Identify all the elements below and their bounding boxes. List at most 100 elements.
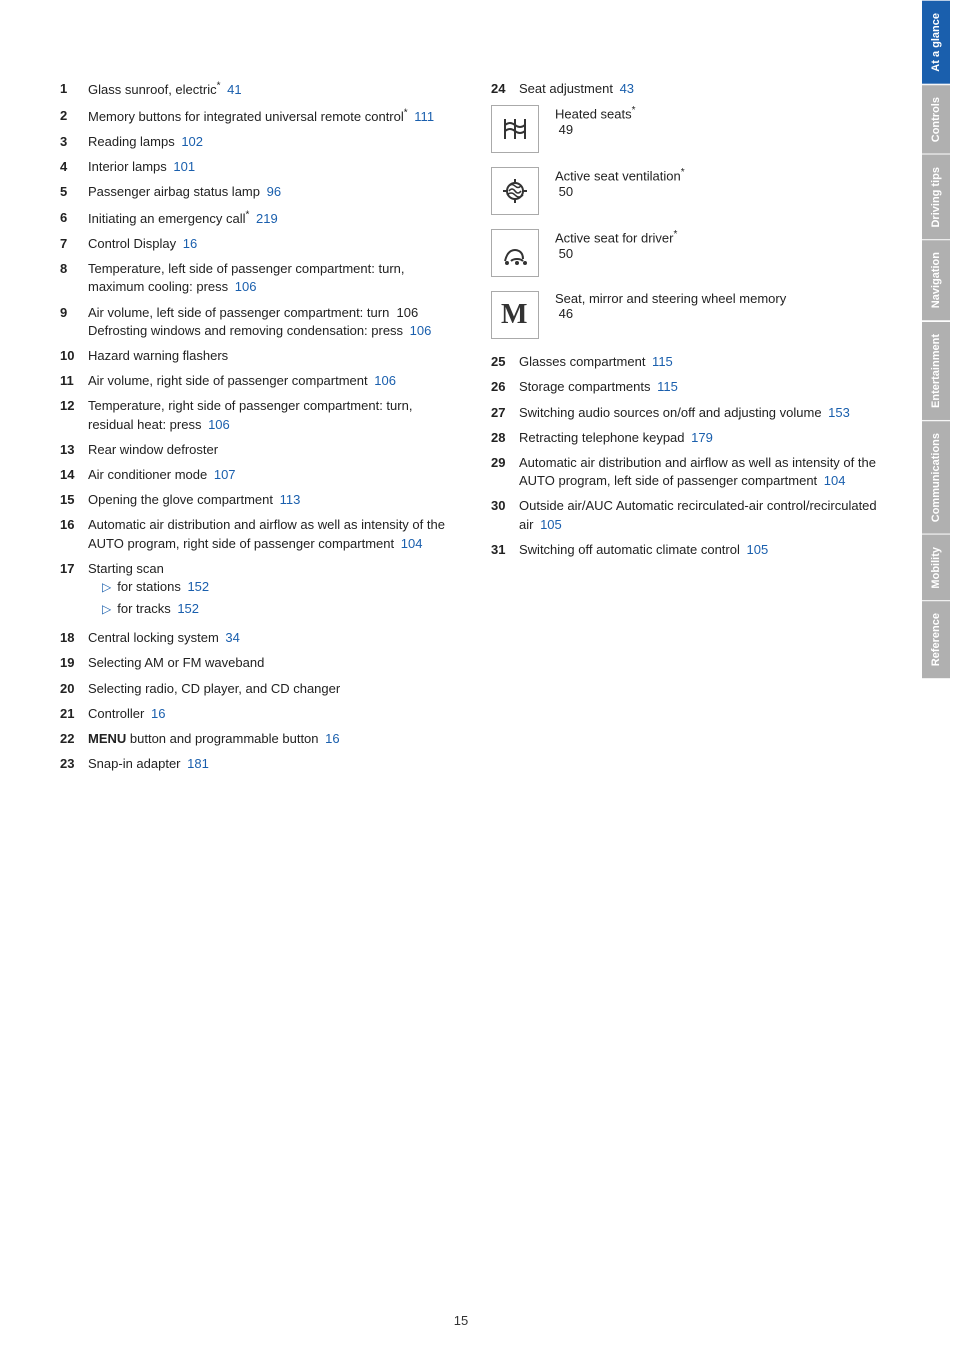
item-text: Initiating an emergency call* 219 [88, 209, 451, 229]
item-number: 1 [60, 80, 88, 100]
item-number: 17 [60, 560, 88, 623]
page-ref: 16 [322, 731, 340, 746]
page-ref: 16 [179, 236, 197, 251]
item-number: 14 [60, 466, 88, 484]
sub-bullet-icon: ▷ [102, 579, 111, 596]
sub-item: ▷for stations 152 [88, 578, 451, 596]
list-item: 22MENU button and programmable button 16 [60, 730, 451, 748]
seat-memory-icon: M [497, 297, 533, 333]
item-text: Automatic air distribution and airflow a… [88, 516, 451, 552]
item-number: 6 [60, 209, 88, 229]
page-ref: 50 [555, 184, 685, 199]
list-item: 26Storage compartments 115 [491, 378, 882, 396]
item-number: 16 [60, 516, 88, 552]
item-number: 31 [491, 541, 519, 559]
item-number: 28 [491, 429, 519, 447]
seat_memory-icon-box: M [491, 291, 539, 339]
item-text-part: Air volume, left side of passenger compa… [88, 305, 418, 320]
seat-ventilation-icon [497, 173, 533, 209]
list-item: 30Outside air/AUC Automatic recirculated… [491, 497, 882, 533]
item-number: 22 [60, 730, 88, 748]
item-number: 20 [60, 680, 88, 698]
sidebar-tab-at-a-glance[interactable]: At a glance [922, 0, 950, 84]
sidebar-tab-entertainment[interactable]: Entertainment [922, 321, 950, 420]
item-number: 8 [60, 260, 88, 296]
list-item: 7Control Display 16 [60, 235, 451, 253]
list-item: 18Central locking system 34 [60, 629, 451, 647]
sub-bullet-icon: ▷ [102, 601, 111, 618]
item-text: Automatic air distribution and airflow a… [519, 454, 882, 490]
sidebar-tab-reference[interactable]: Reference [922, 600, 950, 678]
item-number: 13 [60, 441, 88, 459]
list-item: 2Memory buttons for integrated universal… [60, 107, 451, 127]
item-text: Glass sunroof, electric* 41 [88, 80, 451, 100]
list-item: 1Glass sunroof, electric* 41 [60, 80, 451, 100]
list-item: 20Selecting radio, CD player, and CD cha… [60, 680, 451, 698]
item-text: Controller 16 [88, 705, 451, 723]
seat_driver-label: Active seat for driver* 50 [555, 229, 677, 260]
item-text: Central locking system 34 [88, 629, 451, 647]
item-text: Seat adjustment 43 [519, 80, 882, 98]
list-item: 8Temperature, left side of passenger com… [60, 260, 451, 296]
page-ref: 96 [263, 184, 281, 199]
seat-driver-icon [497, 235, 533, 271]
list-item: 9Air volume, left side of passenger comp… [60, 304, 451, 340]
sidebar-tab-mobility[interactable]: Mobility [922, 534, 950, 601]
list-item: 11Air volume, right side of passenger co… [60, 372, 451, 390]
item-text: Opening the glove compartment 113 [88, 491, 451, 509]
item-text: Selecting AM or FM waveband [88, 654, 451, 672]
item-text: Starting scan▷for stations 152▷for track… [88, 560, 451, 623]
item-number: 30 [491, 497, 519, 533]
item-text: Temperature, right side of passenger com… [88, 397, 451, 433]
sub-item-text: for stations [117, 578, 181, 596]
page-ref: 106 [406, 323, 431, 338]
item-text: Air volume, right side of passenger comp… [88, 372, 451, 390]
page-ref: 104 [820, 473, 845, 488]
item-number: 10 [60, 347, 88, 365]
bold-text: MENU [88, 731, 126, 746]
heated_seats-label: Heated seats* 49 [555, 105, 636, 136]
sidebar-tab-controls[interactable]: Controls [922, 84, 950, 154]
list-item: 21Controller 16 [60, 705, 451, 723]
page-ref: 49 [555, 122, 636, 137]
page-container: 1Glass sunroof, electric* 41 2Memory butt… [0, 0, 960, 1358]
page-ref: 115 [648, 354, 672, 369]
list-item: 3Reading lamps 102 [60, 133, 451, 151]
item-text: MENU button and programmable button 16 [88, 730, 451, 748]
page-ref: 219 [252, 211, 277, 226]
item-number: 27 [491, 404, 519, 422]
page-ref: 153 [825, 405, 850, 420]
item-text: Hazard warning flashers [88, 347, 451, 365]
list-item: 15Opening the glove compartment 113 [60, 491, 451, 509]
sidebar-tab-navigation[interactable]: Navigation [922, 239, 950, 320]
item-number: 25 [491, 353, 519, 371]
page-ref: 152 [174, 600, 199, 618]
item-text: Retracting telephone keypad 179 [519, 429, 882, 447]
list-item: 25Glasses compartment 115 [491, 353, 882, 371]
item-number: 7 [60, 235, 88, 253]
page-ref: 43 [616, 81, 634, 96]
page-ref: 106 [204, 417, 229, 432]
list-item: 5Passenger airbag status lamp 96 [60, 183, 451, 201]
list-item: 27Switching audio sources on/off and adj… [491, 404, 882, 422]
page-ref: 179 [688, 430, 713, 445]
sidebar-tab-driving-tips[interactable]: Driving tips [922, 154, 950, 240]
list-item: 29Automatic air distribution and airflow… [491, 454, 882, 490]
list-item: 4Interior lamps 101 [60, 158, 451, 176]
item-number: 29 [491, 454, 519, 490]
item-text: Glasses compartment 115 [519, 353, 882, 371]
item-number: 12 [60, 397, 88, 433]
icon-row: Active seat ventilation* 50 [491, 167, 882, 215]
sidebar-tab-communications[interactable]: Communications [922, 420, 950, 534]
list-item: 13Rear window defroster [60, 441, 451, 459]
page-ref: 101 [170, 159, 195, 174]
item-text: Memory buttons for integrated universal … [88, 107, 451, 127]
item-text: Storage compartments 115 [519, 378, 882, 396]
item-text: Snap-in adapter 181 [88, 755, 451, 773]
page-ref: 105 [536, 517, 561, 532]
icon-row: Heated seats* 49 [491, 105, 882, 153]
page-ref: 111 [411, 109, 434, 124]
seat_memory-label: Seat, mirror and steering wheel memory 4… [555, 291, 786, 321]
item-text: Control Display 16 [88, 235, 451, 253]
seat_ventilation-label: Active seat ventilation* 50 [555, 167, 685, 198]
